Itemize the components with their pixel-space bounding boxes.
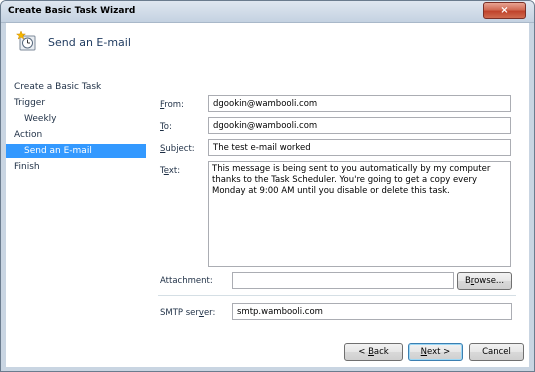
to-label: To: xyxy=(160,122,172,132)
page-title: Send an E-mail xyxy=(48,36,131,49)
nav-item-action[interactable]: Action xyxy=(6,128,146,142)
message-text-area[interactable]: This message is being sent to you automa… xyxy=(208,161,511,267)
wizard-content: Send an E-mail Create a Basic Task Trigg… xyxy=(6,23,529,367)
next-button[interactable]: Next > xyxy=(408,343,463,361)
from-field[interactable]: dgookin@wambooli.com xyxy=(208,95,511,112)
from-label: From: xyxy=(160,100,184,110)
window-title: Create Basic Task Wizard xyxy=(8,6,136,16)
nav-item-trigger[interactable]: Trigger xyxy=(6,96,146,110)
text-label: Text: xyxy=(160,166,181,176)
attachment-label: Attachment: xyxy=(160,276,213,286)
message-text: This message is being sent to you automa… xyxy=(212,164,491,196)
browse-button[interactable]: Browse... xyxy=(457,272,512,290)
smtp-server-field[interactable]: smtp.wambooli.com xyxy=(232,303,512,320)
subject-field[interactable]: The test e-mail worked xyxy=(208,139,511,156)
section-divider xyxy=(158,295,516,296)
task-scheduler-icon xyxy=(16,30,36,51)
close-icon: × xyxy=(500,5,509,16)
to-field[interactable]: dgookin@wambooli.com xyxy=(208,117,511,134)
nav-item-weekly[interactable]: Weekly xyxy=(6,112,146,126)
nav-item-create-basic-task[interactable]: Create a Basic Task xyxy=(6,80,146,94)
nav-item-finish[interactable]: Finish xyxy=(6,160,146,174)
attachment-field[interactable] xyxy=(232,272,454,289)
back-button[interactable]: < Back xyxy=(344,343,403,361)
wizard-window: Create Basic Task Wizard × Send an E-mai… xyxy=(0,0,535,372)
cancel-button[interactable]: Cancel xyxy=(469,343,524,361)
subject-label: Subject: xyxy=(160,144,195,154)
title-bar[interactable]: Create Basic Task Wizard × xyxy=(1,1,534,23)
smtp-server-label: SMTP server: xyxy=(160,308,216,318)
wizard-header: Send an E-mail xyxy=(6,23,529,65)
nav-item-send-email[interactable]: Send an E-mail xyxy=(6,144,146,158)
close-button[interactable]: × xyxy=(483,2,526,19)
